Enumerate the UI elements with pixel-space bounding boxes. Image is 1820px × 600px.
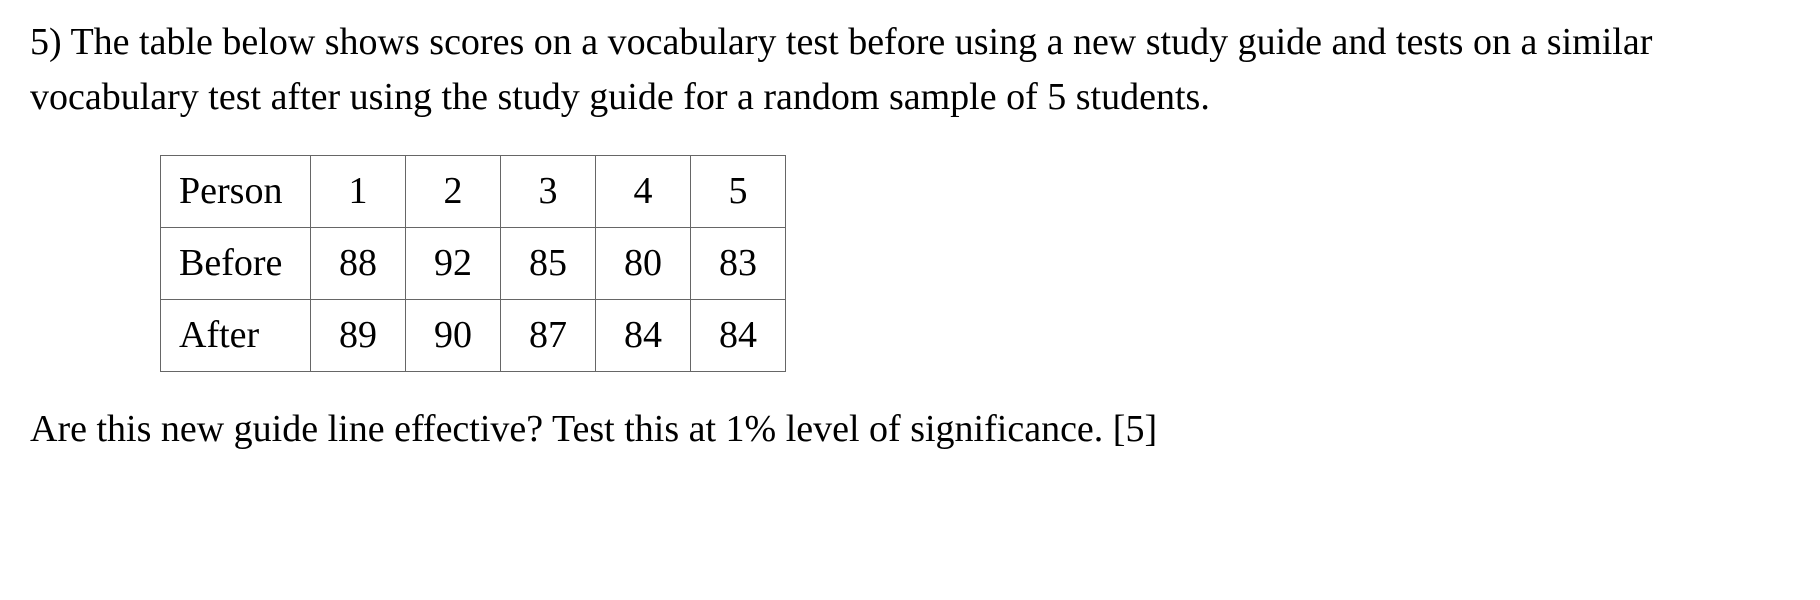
data-table: Person 1 2 3 4 5 Before 88 92 85 80 83 A… — [160, 155, 786, 372]
table-cell: 80 — [596, 228, 691, 300]
table-cell: 92 — [406, 228, 501, 300]
table-row: Before 88 92 85 80 83 — [161, 228, 786, 300]
table-cell: 2 — [406, 156, 501, 228]
table-cell: 84 — [596, 300, 691, 372]
table-cell: 89 — [311, 300, 406, 372]
question-intro: 5) The table below shows scores on a voc… — [30, 15, 1790, 125]
table-cell: 84 — [691, 300, 786, 372]
table-row: After 89 90 87 84 84 — [161, 300, 786, 372]
table-cell: 1 — [311, 156, 406, 228]
row-label: After — [161, 300, 311, 372]
table-cell: 88 — [311, 228, 406, 300]
data-table-wrapper: Person 1 2 3 4 5 Before 88 92 85 80 83 A… — [30, 155, 1790, 372]
table-cell: 90 — [406, 300, 501, 372]
row-label: Person — [161, 156, 311, 228]
table-cell: 85 — [501, 228, 596, 300]
table-cell: 87 — [501, 300, 596, 372]
table-cell: 4 — [596, 156, 691, 228]
row-label: Before — [161, 228, 311, 300]
question-followup: Are this new guide line effective? Test … — [30, 402, 1790, 457]
table-cell: 83 — [691, 228, 786, 300]
table-cell: 5 — [691, 156, 786, 228]
table-row: Person 1 2 3 4 5 — [161, 156, 786, 228]
table-cell: 3 — [501, 156, 596, 228]
